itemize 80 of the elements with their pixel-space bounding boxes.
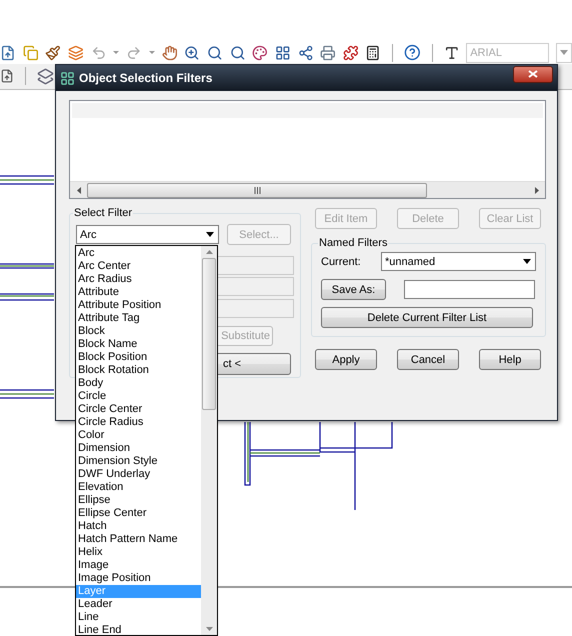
layers-icon[interactable] [68,44,84,61]
paintbrush-icon[interactable] [45,44,61,61]
wall-lines [0,264,55,301]
dropdown-option[interactable]: Block Position [76,351,201,364]
dialog-button[interactable]: Cancel [397,349,459,370]
dropdown-option[interactable]: Block [76,325,201,338]
printer-icon[interactable] [320,44,336,61]
grid-icon[interactable] [274,44,290,61]
dropdown-option[interactable]: Line [76,611,201,624]
dropdown-option[interactable]: Helix [76,546,201,559]
window-title: Object Selection Filters [79,71,214,85]
filter-list[interactable] [69,100,546,199]
scroll-thumb[interactable] [202,258,216,410]
zoom-icon[interactable] [230,44,246,61]
scroll-thumb[interactable] [87,182,427,198]
undo-icon[interactable] [90,44,106,61]
zoom-icon[interactable] [207,44,223,61]
dropdown-option[interactable]: Dimension Style [76,455,201,468]
dropdown-option[interactable]: Dimension [76,442,201,455]
group-label: Select Filter [73,207,134,219]
dropdown-option[interactable]: Hatch Pattern Name [76,533,201,546]
wall-lines [0,176,55,186]
dropdown-option[interactable]: Elevation [76,481,201,494]
zoom-in-icon[interactable] [184,44,200,61]
caret-icon[interactable] [148,51,155,54]
horizontal-scrollbar[interactable] [70,181,545,198]
dialog-button[interactable]: Help [479,349,541,370]
dropdown-option[interactable]: Attribute Position [76,299,201,312]
caret-icon[interactable] [113,51,120,54]
dropdown-option[interactable]: Circle [76,390,201,403]
dropdown-option[interactable]: DWF Underlay [76,468,201,481]
caret-icon [206,232,214,237]
dropdown-option[interactable]: Ellipse Center [76,507,201,520]
save-as-button[interactable]: Save As: [321,279,386,300]
group-label: Named Filters [318,237,388,249]
close-icon [528,70,538,78]
delete-filter-list-button[interactable]: Delete Current Filter List [321,307,533,328]
dropdown-option[interactable]: Circle Center [76,403,201,416]
vertical-scrollbar[interactable] [201,246,217,635]
dropdown-option[interactable]: Hatch [76,520,201,533]
dropdown-option[interactable]: Arc Radius [76,273,201,286]
dropdown-option[interactable]: Arc Center [76,260,201,273]
palette-icon[interactable] [252,44,268,61]
puzzle-icon[interactable] [342,44,358,61]
dropdown-option[interactable]: Block Name [76,338,201,351]
scroll-left-icon[interactable] [76,186,80,194]
scroll-right-icon[interactable] [534,186,538,194]
close-button[interactable] [513,66,553,82]
dropdown-option[interactable]: Attribute [76,286,201,299]
copy-icon[interactable] [22,44,38,61]
dropdown-option[interactable]: Block Rotation [76,364,201,377]
help-icon[interactable] [404,44,421,62]
dropdown-option[interactable]: Image [76,559,201,572]
dropdown-button[interactable] [556,42,572,63]
app-icon [60,70,75,86]
dropdown-option[interactable]: Ellipse [76,494,201,507]
caret-icon [560,50,568,56]
filter-combo[interactable]: Arc [76,225,219,244]
grip-icon [254,186,260,194]
dropdown-option[interactable]: Color [76,429,201,442]
redo-icon[interactable] [126,44,142,61]
caret-icon [523,259,531,264]
file-icon[interactable] [0,69,14,84]
dropdown-option[interactable]: Attribute Tag [76,312,201,325]
current-label: Current: [321,256,362,268]
dropdown-option[interactable]: Arc [76,247,201,260]
dropdown-option[interactable]: Body [76,377,201,390]
dropdown-option[interactable]: Circle Radius [76,416,201,429]
layers-icon[interactable] [37,68,54,85]
current-combo[interactable]: *unnamed [381,252,536,271]
dialog-button[interactable]: Apply [315,349,377,370]
text-style-icon[interactable] [444,44,460,61]
wall-lines [0,390,55,399]
dropdown-option[interactable]: Line End [76,624,201,635]
calculator-icon[interactable] [365,44,381,61]
hand-icon[interactable] [162,44,178,61]
file-icon[interactable] [0,44,16,61]
dropdown-option[interactable]: Image Position [76,572,201,585]
name-input-field[interactable] [404,280,535,299]
dropdown-option[interactable]: Leader [76,598,201,611]
